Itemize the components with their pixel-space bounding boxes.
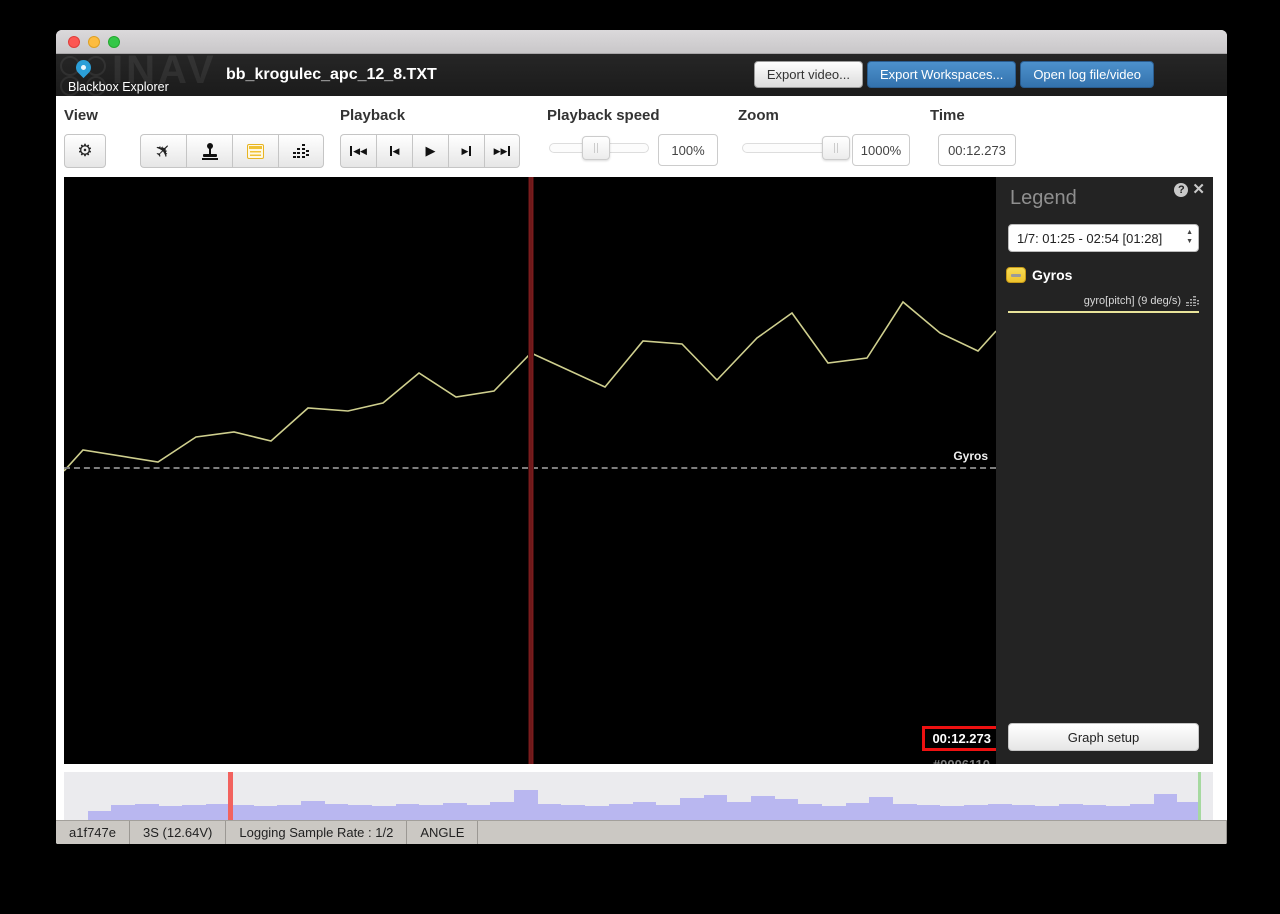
play-button[interactable]: ▶	[412, 134, 448, 168]
export-workspaces-button[interactable]: Export Workspaces...	[867, 61, 1016, 88]
gear-icon: ⚙	[77, 141, 92, 161]
field-color-underline	[1008, 311, 1199, 313]
field-analyzer-icon[interactable]	[1186, 296, 1199, 306]
status-firmware-hash: a1f747e	[56, 821, 130, 844]
zoom-value[interactable]: 1000%	[852, 134, 910, 166]
toolbar: View Playback Playback speed Zoom Time ⚙…	[56, 96, 1227, 177]
collapse-group-icon[interactable]	[1006, 267, 1026, 283]
legend-field-label: gyro[pitch] (9 deg/s)	[1084, 295, 1181, 307]
legend-group-gyros[interactable]: Gyros	[1006, 267, 1072, 283]
playback-speed-slider-handle[interactable]	[582, 136, 610, 160]
zoom-section-label: Zoom	[738, 107, 779, 124]
playback-section-label: Playback	[340, 107, 405, 124]
status-battery: 3S (12.64V)	[130, 821, 226, 844]
log-activity-waveform	[64, 772, 1201, 820]
play-icon: ▶	[426, 143, 436, 159]
graph-setup-button[interactable]: Graph setup	[1008, 723, 1199, 751]
status-filler	[478, 821, 1227, 844]
step-forward-icon: ▶	[462, 146, 472, 157]
airplane-icon: ✈	[151, 139, 176, 164]
craft-view-button[interactable]: ✈	[140, 134, 186, 168]
playback-speed-value[interactable]: 100%	[658, 134, 718, 166]
time-marker-annotation: 00:12.273	[922, 726, 996, 751]
legend-field-gyro-pitch[interactable]: gyro[pitch] (9 deg/s)	[1008, 295, 1199, 307]
zero-axis-label: Gyros	[953, 449, 988, 463]
frame-number: #0006110	[933, 757, 990, 764]
close-window-button[interactable]	[68, 36, 80, 48]
legend-panel: ? ✕ Legend 1/7: 01:25 - 02:54 [01:28] ▲▼…	[996, 177, 1213, 764]
time-section-label: Time	[930, 107, 965, 124]
seekbar-end-marker	[1198, 772, 1201, 820]
log-info-view-button[interactable]	[232, 134, 278, 168]
view-section-label: View	[64, 107, 98, 124]
prev-frame-button[interactable]: ◀	[376, 134, 412, 168]
zoom-window-button[interactable]	[108, 36, 120, 48]
seekbar-cursor[interactable]	[228, 772, 233, 820]
open-log-button[interactable]: Open log file/video	[1020, 61, 1154, 88]
analyzer-view-button[interactable]	[278, 134, 324, 168]
jump-end-button[interactable]: ▶▶	[484, 134, 520, 168]
playback-cursor[interactable]	[528, 177, 534, 764]
playback-speed-section-label: Playback speed	[547, 107, 660, 124]
export-video-button[interactable]: Export video...	[754, 61, 863, 88]
next-frame-button[interactable]: ▶	[448, 134, 484, 168]
step-back-icon: ◀	[390, 146, 400, 157]
chart-canvas[interactable]: Gyros 00:12.273 #0006110	[64, 177, 996, 764]
close-icon[interactable]: ✕	[1192, 183, 1205, 197]
status-flight-mode: ANGLE	[407, 821, 478, 844]
legend-title: Legend	[1010, 187, 1077, 210]
joystick-icon	[202, 143, 218, 159]
log-table-icon	[247, 144, 264, 159]
minimize-window-button[interactable]	[88, 36, 100, 48]
app-name: Blackbox Explorer	[68, 80, 169, 94]
skip-to-start-icon: ◀◀	[350, 146, 367, 157]
log-file-name: bb_krogulec_apc_12_8.TXT	[226, 66, 437, 84]
jump-start-button[interactable]: ◀◀	[340, 134, 376, 168]
analyzer-icon	[293, 144, 310, 158]
help-icon[interactable]: ?	[1174, 183, 1188, 197]
app-window: INAV Blackbox Explorer bb_krogulec_apc_1…	[56, 30, 1227, 844]
zoom-slider-handle[interactable]	[822, 136, 850, 160]
skip-to-end-icon: ▶▶	[494, 146, 511, 157]
statusbar: a1f747e 3S (12.64V) Logging Sample Rate …	[56, 820, 1227, 844]
time-value[interactable]: 00:12.273	[938, 134, 1016, 166]
sticks-view-button[interactable]	[186, 134, 232, 168]
zoom-slider[interactable]	[742, 143, 850, 153]
settings-button[interactable]: ⚙	[64, 134, 106, 168]
seekbar[interactable]	[64, 772, 1213, 820]
titlebar	[56, 30, 1227, 54]
log-selector-dropdown[interactable]: 1/7: 01:25 - 02:54 [01:28]	[1008, 224, 1199, 252]
app-header: INAV Blackbox Explorer bb_krogulec_apc_1…	[56, 54, 1227, 96]
legend-group-label: Gyros	[1032, 267, 1072, 283]
playback-speed-slider[interactable]	[549, 143, 649, 153]
status-sample-rate: Logging Sample Rate : 1/2	[226, 821, 407, 844]
